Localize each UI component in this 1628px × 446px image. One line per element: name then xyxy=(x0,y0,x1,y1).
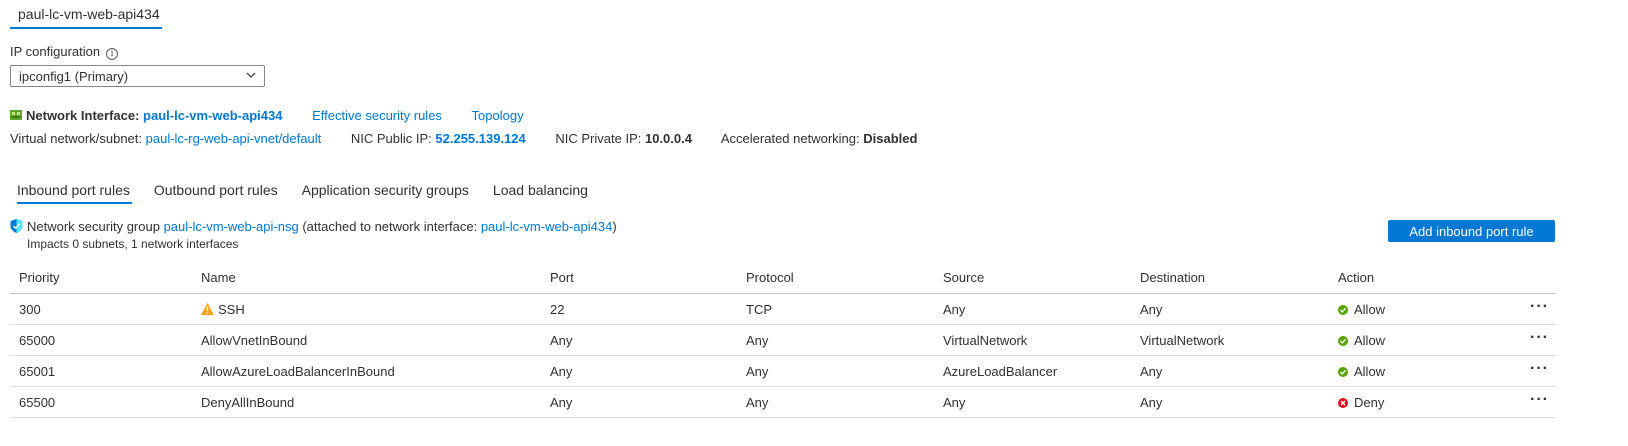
nsg-link[interactable]: paul-lc-vm-web-api-nsg xyxy=(164,219,299,234)
table-row[interactable]: 65000 AllowVnetInBound Any Any VirtualNe… xyxy=(10,325,1556,356)
table-header: Priority Name Port Protocol Source Desti… xyxy=(10,268,1556,294)
cell-port: Any xyxy=(550,395,573,410)
cell-destination: Any xyxy=(1140,302,1163,317)
network-interface-label: Network Interface: xyxy=(26,108,140,123)
cell-action: Allow xyxy=(1338,333,1385,348)
accelerated-networking-value: Disabled xyxy=(863,131,918,146)
header-destination[interactable]: Destination xyxy=(1140,270,1205,285)
cell-source: Any xyxy=(943,302,966,317)
cell-source: Any xyxy=(943,395,966,410)
vnet-label: Virtual network/subnet: xyxy=(10,131,142,146)
network-interface-row: Network Interface: paul-lc-vm-web-api434… xyxy=(10,108,524,123)
cell-name: DenyAllInBound xyxy=(201,395,295,410)
more-options-icon[interactable]: ··· xyxy=(1530,329,1549,347)
tab-outbound-port-rules[interactable]: Outbound port rules xyxy=(154,182,278,198)
cell-priority: 65000 xyxy=(19,333,56,348)
ip-configuration-dropdown[interactable]: ipconfig1 (Primary) xyxy=(10,65,265,87)
more-options-icon[interactable]: ··· xyxy=(1530,391,1549,409)
chevron-down-icon xyxy=(246,72,256,78)
ip-configuration-label-text: IP configuration xyxy=(10,44,101,59)
cell-action-text: Allow xyxy=(1354,333,1386,348)
network-interface-link[interactable]: paul-lc-vm-web-api434 xyxy=(143,108,282,123)
header-protocol[interactable]: Protocol xyxy=(746,270,794,285)
nsg-attached-nic-link[interactable]: paul-lc-vm-web-api434 xyxy=(481,219,613,234)
private-ip-value: 10.0.0.4 xyxy=(644,131,692,146)
nsg-prefix: Network security group xyxy=(27,219,160,234)
vnet-link[interactable]: paul-lc-rg-web-api-vnet/default xyxy=(146,131,322,146)
active-tab-underline xyxy=(17,202,132,204)
cell-destination: Any xyxy=(1140,364,1163,379)
vm-tab-underline xyxy=(10,27,162,29)
cell-protocol: Any xyxy=(746,395,769,410)
cell-action: Allow xyxy=(1338,302,1385,317)
cell-source: AzureLoadBalancer xyxy=(943,364,1058,379)
table-row[interactable]: 65001 AllowAzureLoadBalancerInBound Any … xyxy=(10,356,1556,387)
more-options-icon[interactable]: ··· xyxy=(1530,298,1549,316)
nsg-attached-text: (attached to network interface: xyxy=(302,219,478,234)
cell-port: 22 xyxy=(550,302,565,317)
cell-name: AllowVnetInBound xyxy=(201,333,308,348)
info-icon[interactable]: i xyxy=(106,48,119,60)
cell-port: Any xyxy=(550,333,573,348)
cell-protocol: Any xyxy=(746,333,769,348)
allow-check-icon xyxy=(1338,305,1348,315)
nic-details-row: Virtual network/subnet: paul-lc-rg-web-a… xyxy=(10,131,943,146)
shield-icon xyxy=(10,219,23,233)
header-priority[interactable]: Priority xyxy=(19,270,59,285)
tab-inbound-port-rules[interactable]: Inbound port rules xyxy=(17,182,130,198)
cell-name: SSH xyxy=(201,302,245,317)
cell-source: VirtualNetwork xyxy=(943,333,1028,348)
topology-link[interactable]: Topology xyxy=(472,108,524,123)
tab-load-balancing[interactable]: Load balancing xyxy=(493,182,588,198)
cell-action-text: Deny xyxy=(1354,395,1385,410)
effective-security-rules-link[interactable]: Effective security rules xyxy=(312,108,442,123)
allow-check-icon xyxy=(1338,336,1348,346)
warning-icon xyxy=(201,303,214,315)
cell-destination: VirtualNetwork xyxy=(1140,333,1225,348)
cell-priority: 65001 xyxy=(19,364,56,379)
add-inbound-port-rule-button[interactable]: Add inbound port rule xyxy=(1388,220,1555,242)
vm-tab[interactable]: paul-lc-vm-web-api434 xyxy=(18,6,160,22)
allow-check-icon xyxy=(1338,367,1348,377)
cell-action-text: Allow xyxy=(1354,364,1386,379)
header-action[interactable]: Action xyxy=(1338,270,1374,285)
cell-action: Deny xyxy=(1338,395,1384,410)
cell-destination: Any xyxy=(1140,395,1163,410)
table-row[interactable]: 300 SSH 22 TCP Any Any Allow ··· xyxy=(10,294,1556,325)
cell-name: AllowAzureLoadBalancerInBound xyxy=(201,364,395,379)
cell-priority: 300 xyxy=(19,302,41,317)
cell-priority: 65500 xyxy=(19,395,56,410)
nsg-close-paren: ) xyxy=(612,219,617,234)
cell-name-text: SSH xyxy=(218,302,245,317)
public-ip-link[interactable]: 52.255.139.124 xyxy=(435,131,525,146)
cell-port: Any xyxy=(550,364,573,379)
header-port[interactable]: Port xyxy=(550,270,574,285)
rules-tabs: Inbound port rules Outbound port rules App… xyxy=(17,182,612,198)
cell-action-text: Allow xyxy=(1354,302,1386,317)
private-ip-label: NIC Private IP: xyxy=(555,131,642,146)
accelerated-networking-label: Accelerated networking: xyxy=(720,131,860,146)
nsg-info-row: Network security group paul-lc-vm-web-ap… xyxy=(10,219,617,234)
ip-configuration-selected: ipconfig1 (Primary) xyxy=(19,69,129,84)
cell-action: Allow xyxy=(1338,364,1385,379)
header-source[interactable]: Source xyxy=(943,270,984,285)
deny-x-icon xyxy=(1338,398,1348,408)
nsg-impacts: Impacts 0 subnets, 1 network interfaces xyxy=(27,237,239,251)
cell-protocol: Any xyxy=(746,364,769,379)
network-interface-icon xyxy=(10,110,22,120)
cell-protocol: TCP xyxy=(746,302,772,317)
more-options-icon[interactable]: ··· xyxy=(1530,360,1549,378)
ip-configuration-label: IP configuration i xyxy=(10,44,119,60)
tab-application-security-groups[interactable]: Application security groups xyxy=(302,182,469,198)
header-name[interactable]: Name xyxy=(201,270,236,285)
table-row[interactable]: 65500 DenyAllInBound Any Any Any Any Den… xyxy=(10,387,1556,418)
public-ip-label: NIC Public IP: xyxy=(350,131,432,146)
